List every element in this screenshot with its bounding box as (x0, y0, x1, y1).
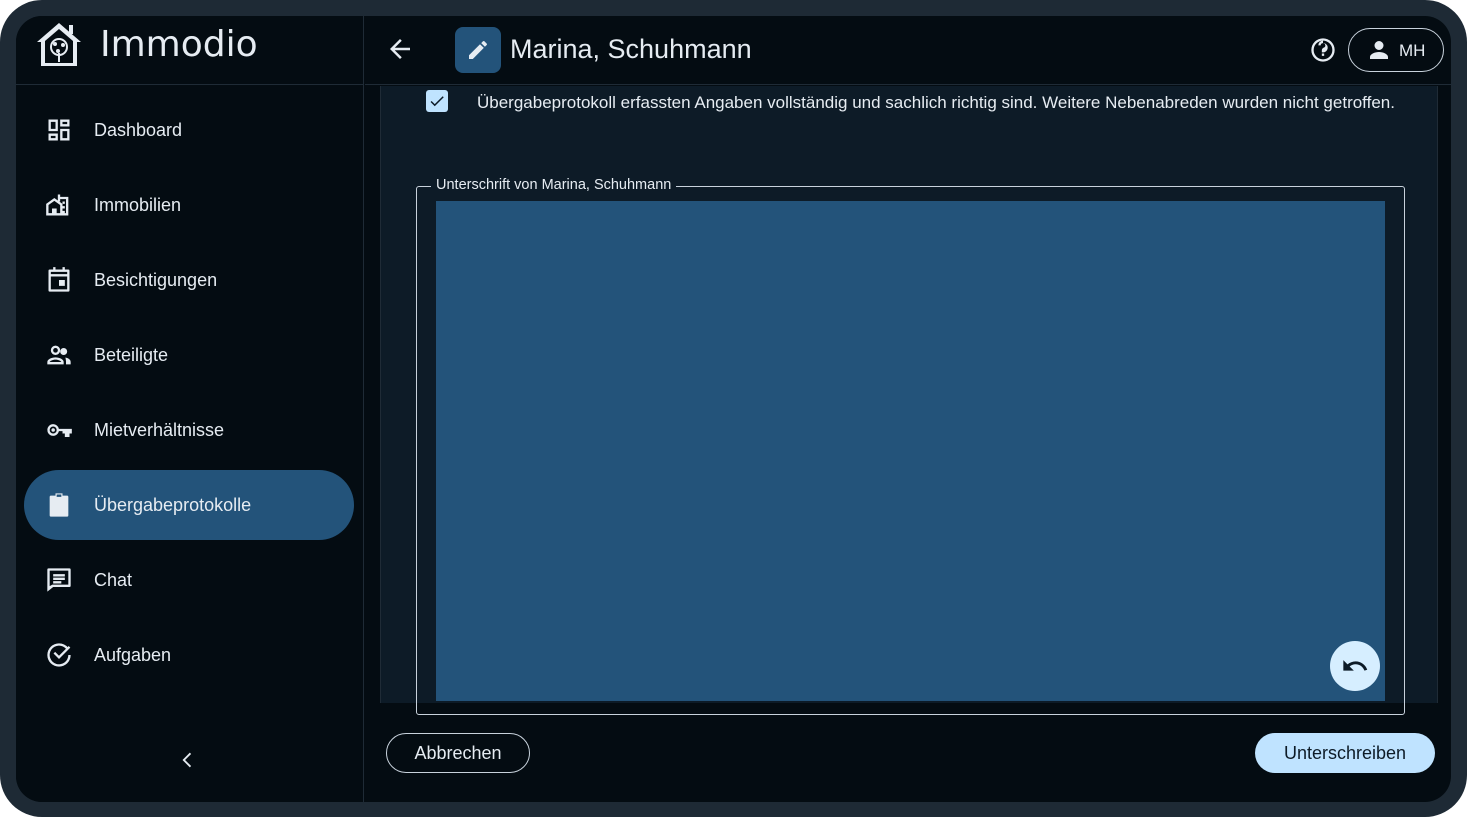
sidebar-item-label: Aufgaben (94, 644, 172, 665)
dashboard-icon (44, 115, 74, 145)
sign-button[interactable]: Unterschreiben (1255, 733, 1435, 773)
undo-icon (1343, 660, 1368, 671)
sidebar-item-label: Besichtigungen (94, 269, 218, 290)
sidebar-item-label: Übergabeprotokolle (94, 494, 252, 515)
person-icon (1370, 41, 1388, 59)
check-circle-icon (44, 640, 74, 670)
sidebar-item-label: Mietverhältnisse (94, 419, 225, 440)
edit-badge (455, 27, 501, 73)
sidebar-item-beteiligte[interactable]: Beteiligte (24, 320, 354, 390)
help-button[interactable] (1309, 36, 1337, 64)
people-icon (44, 340, 74, 370)
arrow-left-icon (390, 39, 410, 59)
sidebar-item-chat[interactable]: Chat (24, 545, 354, 615)
sidebar-item-label: Beteiligte (94, 344, 169, 365)
check-icon (430, 96, 444, 107)
sidebar-item-label: Immobilien (94, 194, 182, 215)
pencil-icon (469, 41, 487, 59)
brand[interactable]: Immodio (16, 16, 364, 85)
back-button[interactable] (385, 34, 417, 66)
consent-checkbox[interactable] (426, 90, 448, 112)
app-screen: Immodio Dashboard Immobilien Besichtigun… (16, 16, 1451, 802)
device-frame: Immodio Dashboard Immobilien Besichtigun… (0, 0, 1467, 817)
sidebar-item-dashboard[interactable]: Dashboard (24, 95, 354, 165)
signature-pad[interactable] (436, 201, 1385, 701)
signature-label: Unterschrift von Marina, Schuhmann (431, 177, 677, 193)
clipboard-check-icon (44, 490, 74, 520)
user-menu-button[interactable]: MH (1348, 28, 1444, 72)
sidebar-item-aufgaben[interactable]: Aufgaben (24, 620, 354, 690)
help-icon (1311, 38, 1335, 62)
sidebar-item-label: Dashboard (94, 119, 183, 140)
app-name: Immodio (100, 24, 258, 65)
user-initials: MH (1399, 41, 1426, 60)
buildings-icon (44, 190, 74, 220)
page-title: Marina, Schuhmann (510, 34, 752, 64)
house-tree-icon (37, 23, 81, 66)
consent-text: Übergabeprotokoll erfassten Angaben voll… (477, 93, 1395, 112)
sidebar-item-label: Chat (94, 569, 133, 590)
signature-form: Übergabeprotokoll erfassten Angaben voll… (380, 86, 1438, 715)
undo-button[interactable] (1330, 641, 1380, 691)
sidebar-nav: Dashboard Immobilien Besichtigungen Bete… (16, 95, 364, 695)
chevron-left-icon (182, 752, 192, 768)
sidebar-collapse-button[interactable] (172, 744, 204, 776)
sidebar-item-immobilien[interactable]: Immobilien (24, 170, 354, 240)
sidebar-item-besichtigungen[interactable]: Besichtigungen (24, 245, 354, 315)
chat-icon (44, 565, 74, 595)
sidebar-item-uebergabeprotokolle[interactable]: Übergabeprotokolle (24, 470, 354, 540)
sidebar: Immodio Dashboard Immobilien Besichtigun… (16, 16, 364, 802)
cancel-button[interactable]: Abbrechen (386, 733, 530, 773)
calendar-icon (44, 265, 74, 295)
sidebar-item-mietverhaeltnisse[interactable]: Mietverhältnisse (24, 395, 354, 465)
signature-field: Unterschrift von Marina, Schuhmann (416, 177, 1405, 715)
top-bar: Marina, Schuhmann MH (365, 16, 1451, 85)
key-icon (44, 415, 74, 445)
